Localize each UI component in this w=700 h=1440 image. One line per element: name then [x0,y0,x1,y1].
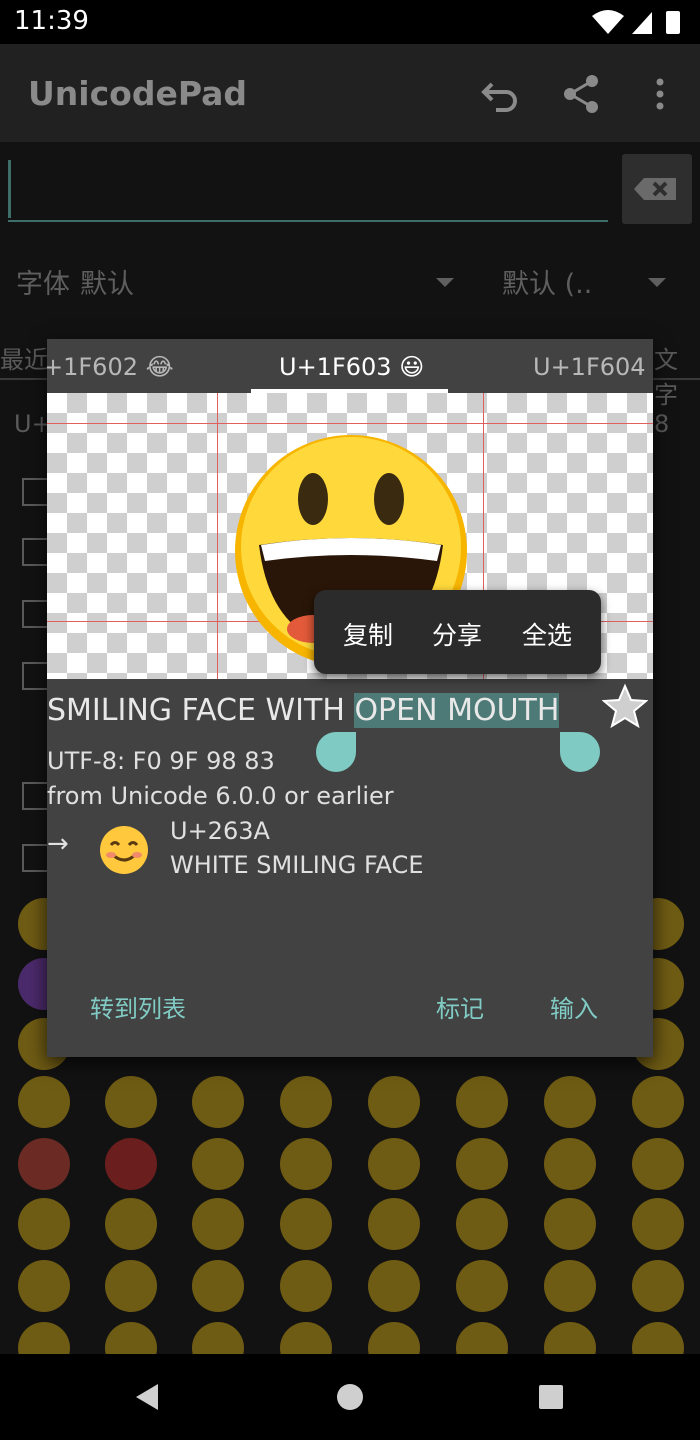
emoji-cell[interactable] [18,1260,70,1312]
emoji-cell[interactable] [105,1076,157,1128]
emoji-cell[interactable] [544,1138,596,1190]
signal-icon [632,12,652,34]
emoji-cell[interactable] [105,1322,157,1354]
emoji-cell[interactable] [368,1198,420,1250]
emoji-cell[interactable] [632,1198,684,1250]
emoji-cell[interactable] [456,1076,508,1128]
emoji-cell[interactable] [544,1260,596,1312]
text-input[interactable] [8,220,608,222]
emoji-cell[interactable] [368,1138,420,1190]
tab-prev-char[interactable]: +1F602 😂 [47,353,174,381]
status-time: 11:39 [14,6,89,36]
arrow-right-icon: → [47,829,69,859]
recents-icon[interactable] [538,1384,564,1410]
selected-text[interactable]: OPEN MOUTH [354,693,560,728]
go-to-list-button[interactable]: 转到列表 [90,989,186,1024]
font-label: 字体 [16,269,70,300]
share-icon[interactable] [560,72,604,116]
list-item-code-end: 8 [654,410,670,438]
emoji-cell[interactable] [18,1198,70,1250]
chevron-down-icon [648,278,666,287]
emoji-cell[interactable] [456,1260,508,1312]
copy-button[interactable]: 复制 [343,616,393,652]
emoji-cell[interactable] [280,1198,332,1250]
emoji-cell[interactable] [105,1260,157,1312]
placeholder-glyph [22,538,50,566]
emoji-cell[interactable] [544,1076,596,1128]
status-icons [592,10,680,34]
select-all-button[interactable]: 全选 [522,616,572,652]
placeholder-glyph [22,782,50,810]
emoji-cell[interactable] [280,1322,332,1354]
guide-line [217,393,218,679]
emoji-cell[interactable] [456,1198,508,1250]
emoji-cell[interactable] [280,1138,332,1190]
emoji-cell[interactable] [105,1198,157,1250]
font-select[interactable]: 默认 [80,262,134,301]
placeholder-glyph [22,600,50,628]
backspace-button[interactable] [622,154,692,224]
selection-handle-right[interactable] [560,732,600,772]
more-vert-icon[interactable] [638,72,682,116]
version-info: from Unicode 6.0.0 or earlier [47,782,394,810]
text-cursor [8,160,11,218]
app-bar: UnicodePad [0,44,700,142]
emoji-cell[interactable] [192,1198,244,1250]
emoji-cell[interactable] [18,1076,70,1128]
placeholder-glyph [22,662,50,690]
star-icon[interactable] [602,683,648,729]
mark-button[interactable]: 标记 [436,989,484,1024]
emoji-cell[interactable] [105,1138,157,1190]
text-selection-menu: 复制 分享 全选 [314,590,601,674]
related-name[interactable]: WHITE SMILING FACE [170,851,423,879]
related-code[interactable]: U+263A [170,817,270,845]
placeholder-glyph [22,478,50,506]
status-bar: 11:39 [0,0,700,44]
locale-select[interactable]: 默认 (.. [502,262,592,301]
emoji-cell[interactable] [192,1076,244,1128]
battery-icon [666,11,680,34]
home-icon[interactable] [336,1383,364,1411]
emoji-cell[interactable] [632,1322,684,1354]
selection-handle-left[interactable] [316,732,356,772]
tab-current-char[interactable]: U+1F603 😃 [279,353,424,381]
emoji-cell[interactable] [18,1138,70,1190]
tab-text[interactable]: 文字 [654,340,700,410]
emoji-cell[interactable] [192,1322,244,1354]
character-name-text: SMILING FACE WITH [47,693,355,728]
emoji-cell[interactable] [544,1198,596,1250]
character-tabs: +1F602 😂 U+1F603 😃 U+1F604 😄 [47,339,653,393]
emoji-cell[interactable] [544,1322,596,1354]
navigation-bar [0,1354,700,1440]
emoji-cell[interactable] [368,1076,420,1128]
chevron-down-icon [436,278,454,287]
emoji-cell[interactable] [192,1260,244,1312]
placeholder-glyph [22,844,50,872]
guide-line [47,423,653,424]
character-detail-dialog: +1F602 😂 U+1F603 😃 U+1F604 😄 SMILING FAC… [47,339,653,1057]
character-name[interactable]: SMILING FACE WITH OPEN MOUTH [47,693,560,728]
tab-next-char[interactable]: U+1F604 😄 [533,353,653,381]
backspace-icon [634,178,676,200]
undo-icon[interactable] [478,72,522,116]
emoji-cell[interactable] [368,1260,420,1312]
wifi-icon [592,10,624,34]
emoji-cell[interactable] [632,1138,684,1190]
emoji-cell[interactable] [632,1260,684,1312]
back-icon[interactable] [132,1382,162,1412]
tab-recent[interactable]: 最近 [0,340,48,375]
emoji-cell[interactable] [18,1322,70,1354]
smiling-face-icon[interactable] [99,825,149,875]
emoji-cell[interactable] [632,1076,684,1128]
input-button[interactable]: 输入 [550,989,598,1024]
app-title: UnicodePad [28,74,248,113]
utf8-info: UTF-8: F0 9F 98 83 [47,747,275,775]
emoji-cell[interactable] [456,1322,508,1354]
emoji-cell[interactable] [192,1138,244,1190]
emoji-cell[interactable] [456,1138,508,1190]
emoji-cell[interactable] [280,1260,332,1312]
emoji-cell[interactable] [368,1322,420,1354]
share-button[interactable]: 分享 [432,616,482,652]
emoji-cell[interactable] [280,1076,332,1128]
